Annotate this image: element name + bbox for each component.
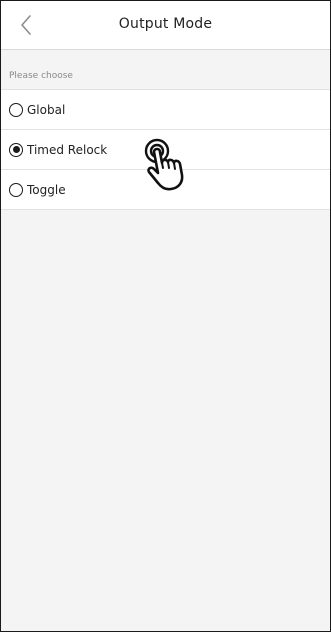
- page-title: Output Mode: [118, 16, 213, 32]
- radio-unselected-icon[interactable]: [9, 102, 23, 117]
- phone-screen: Output Mode Please choose Global Timed R…: [0, 0, 331, 632]
- option-label: Global: [27, 102, 66, 117]
- option-label: Timed Relock: [27, 142, 108, 157]
- nav-bar: Output Mode: [1, 1, 330, 50]
- radio-selected-icon[interactable]: [9, 142, 23, 157]
- radio-unselected-icon[interactable]: [9, 182, 23, 197]
- section-label: Please choose: [9, 71, 73, 81]
- tap-hand-icon: [144, 138, 184, 191]
- option-label: Toggle: [27, 182, 66, 197]
- option-global[interactable]: Global: [1, 90, 330, 130]
